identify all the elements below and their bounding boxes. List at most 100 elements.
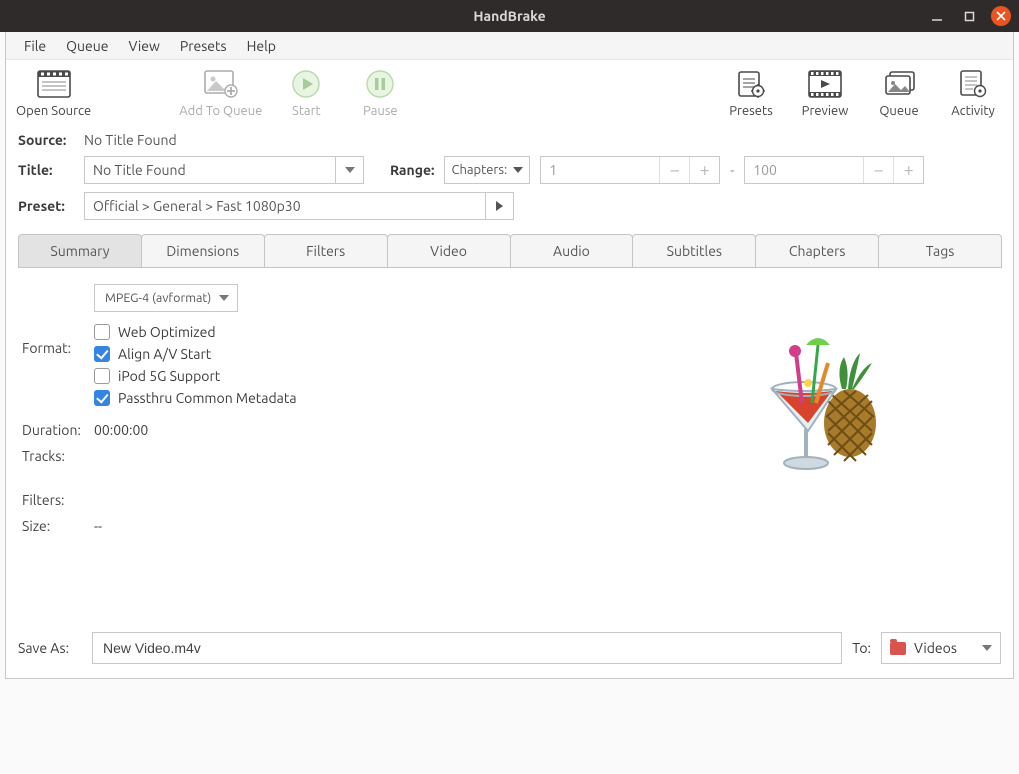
size-label: Size: [22, 518, 94, 534]
preview-icon [807, 66, 843, 102]
destination-value: Videos [914, 640, 974, 656]
tab-video[interactable]: Video [387, 234, 511, 268]
range-from-input[interactable]: 1 − + [540, 156, 720, 184]
ipod-5g-checkbox[interactable]: iPod 5G Support [94, 368, 607, 384]
minus-icon[interactable]: − [863, 157, 893, 183]
window-controls [927, 6, 1011, 26]
tracks-label: Tracks: [22, 448, 94, 464]
plus-icon[interactable]: + [893, 157, 923, 183]
menubar: File Queue View Presets Help [6, 32, 1013, 60]
format-select[interactable]: MPEG-4 (avformat) [94, 284, 238, 312]
title-label: Title: [18, 162, 74, 178]
handbrake-logo-icon [732, 323, 902, 496]
pause-icon [362, 66, 398, 102]
web-optimized-checkbox[interactable]: Web Optimized [94, 324, 607, 340]
toolbar: Open Source Add To Queue Start Pause [6, 60, 1013, 128]
activity-icon [955, 66, 991, 102]
format-label: Format: [22, 340, 94, 356]
menu-queue[interactable]: Queue [56, 34, 118, 58]
chevron-down-icon [982, 645, 992, 651]
window-title: HandBrake [0, 8, 1019, 24]
format-value: MPEG-4 (avformat) [105, 291, 211, 305]
close-button[interactable] [991, 6, 1011, 26]
tab-filters[interactable]: Filters [264, 234, 388, 268]
pause-label: Pause [363, 104, 398, 118]
ipod-5g-label: iPod 5G Support [118, 368, 220, 384]
chevron-right-icon [485, 193, 513, 219]
web-optimized-label: Web Optimized [118, 324, 216, 340]
size-value: -- [94, 518, 607, 534]
tabs: Summary Dimensions Filters Video Audio S… [18, 234, 1001, 268]
checkbox-icon [94, 324, 110, 340]
range-label: Range: [390, 162, 434, 178]
add-to-queue-button[interactable]: Add To Queue [179, 66, 262, 118]
passthru-metadata-label: Passthru Common Metadata [118, 390, 297, 406]
chevron-down-icon [513, 167, 523, 173]
presets-icon [733, 66, 769, 102]
range-to-value: 100 [745, 162, 863, 178]
title-select-value: No Title Found [85, 162, 335, 178]
destination-select[interactable]: Videos [881, 632, 1001, 664]
tab-chapters[interactable]: Chapters [755, 234, 879, 268]
filters-label: Filters: [22, 474, 94, 508]
queue-label: Queue [879, 104, 918, 118]
range-mode-value: Chapters: [451, 163, 507, 177]
align-av-checkbox[interactable]: Align A/V Start [94, 346, 607, 362]
summary-pane: Format: MPEG-4 (avformat) Web Optimized … [6, 268, 1013, 542]
add-to-queue-label: Add To Queue [179, 104, 262, 118]
plus-icon[interactable]: + [689, 157, 719, 183]
source-row: Source: No Title Found [6, 128, 1013, 152]
range-to-input[interactable]: 100 − + [744, 156, 924, 184]
menu-file[interactable]: File [14, 34, 56, 58]
save-as-label: Save As: [18, 640, 82, 656]
titlebar: HandBrake [0, 0, 1019, 32]
queue-icon [881, 66, 917, 102]
duration-value: 00:00:00 [94, 422, 607, 438]
source-value: No Title Found [84, 132, 177, 148]
maximize-button[interactable] [959, 6, 979, 26]
menu-view[interactable]: View [118, 34, 169, 58]
preset-select[interactable]: Official > General > Fast 1080p30 [84, 192, 514, 220]
preview-area [637, 284, 997, 534]
title-select[interactable]: No Title Found [84, 156, 364, 184]
title-row: Title: No Title Found Range: Chapters: 1… [6, 152, 1013, 188]
pause-button[interactable]: Pause [350, 66, 410, 118]
passthru-metadata-checkbox[interactable]: Passthru Common Metadata [94, 390, 607, 406]
menu-presets[interactable]: Presets [170, 34, 237, 58]
play-icon [288, 66, 324, 102]
source-label: Source: [18, 132, 74, 148]
tab-tags[interactable]: Tags [878, 234, 1002, 268]
preview-button[interactable]: Preview [795, 66, 855, 118]
chevron-down-icon [335, 157, 363, 183]
film-icon [36, 66, 72, 102]
tab-subtitles[interactable]: Subtitles [632, 234, 756, 268]
start-label: Start [292, 104, 321, 118]
image-plus-icon [203, 66, 239, 102]
start-button[interactable]: Start [276, 66, 336, 118]
minus-icon[interactable]: − [659, 157, 689, 183]
preview-label: Preview [802, 104, 849, 118]
tab-dimensions[interactable]: Dimensions [141, 234, 265, 268]
checkbox-icon [94, 346, 110, 362]
range-from-value: 1 [541, 162, 659, 178]
align-av-label: Align A/V Start [118, 346, 211, 362]
minimize-button[interactable] [927, 6, 947, 26]
checkbox-icon [94, 390, 110, 406]
activity-label: Activity [951, 104, 995, 118]
queue-button[interactable]: Queue [869, 66, 929, 118]
presets-button[interactable]: Presets [721, 66, 781, 118]
activity-button[interactable]: Activity [943, 66, 1003, 118]
preset-value: Official > General > Fast 1080p30 [85, 198, 485, 214]
menu-help[interactable]: Help [237, 34, 286, 58]
preset-label: Preset: [18, 198, 74, 214]
tab-audio[interactable]: Audio [510, 234, 634, 268]
open-source-button[interactable]: Open Source [16, 66, 91, 118]
to-label: To: [852, 640, 871, 656]
range-separator: - [730, 162, 734, 178]
tab-summary[interactable]: Summary [18, 234, 142, 268]
save-as-input[interactable] [92, 632, 842, 664]
preset-row: Preset: Official > General > Fast 1080p3… [6, 188, 1013, 224]
range-mode-select[interactable]: Chapters: [444, 156, 530, 184]
folder-icon [890, 642, 906, 655]
open-source-label: Open Source [16, 104, 91, 118]
